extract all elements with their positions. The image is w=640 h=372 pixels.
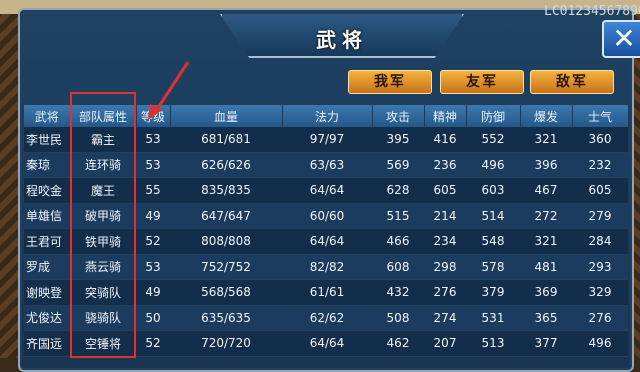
table-cell: 214	[424, 203, 466, 229]
table-cell: 605	[424, 177, 466, 204]
table-cell: 513	[466, 330, 520, 357]
table-cell: 681/681	[170, 127, 282, 153]
table-cell: 276	[424, 279, 466, 306]
table-cell: 515	[372, 203, 424, 229]
table-cell: 63/63	[282, 152, 372, 178]
table-cell: 279	[572, 203, 628, 229]
table-cell: 603	[466, 177, 520, 204]
table-cell: 462	[372, 330, 424, 357]
table-cell: 50	[136, 305, 170, 331]
table-cell: 808/808	[170, 228, 282, 255]
table-cell: 467	[520, 177, 572, 204]
table-cell: 程咬金	[24, 177, 70, 204]
table-cell: 369	[520, 279, 572, 306]
table-cell: 395	[372, 127, 424, 153]
table-cell: 569	[372, 152, 424, 178]
table-cell: 568/568	[170, 279, 282, 306]
table-cell: 60/60	[282, 203, 372, 229]
table-cell: 64/64	[282, 330, 372, 357]
table-cell: 321	[520, 228, 572, 255]
table-cell: 罗成	[24, 254, 70, 280]
table-cell: 王君可	[24, 228, 70, 255]
table-cell: 秦琼	[24, 152, 70, 178]
title-plate: 武将	[220, 14, 464, 58]
table-cell: 647/647	[170, 203, 282, 229]
table-cell: 尤俊达	[24, 305, 70, 331]
header-mp[interactable]: 法力	[282, 105, 373, 127]
table-cell: 284	[572, 228, 628, 255]
tab-my-army[interactable]: 我军	[348, 70, 432, 94]
table-cell: 635/635	[170, 305, 282, 331]
table-cell: 55	[136, 177, 170, 204]
table-cell: 李世民	[24, 127, 70, 153]
table-cell: 272	[520, 203, 572, 229]
header-attack[interactable]: 攻击	[372, 105, 425, 127]
table-cell: 53	[136, 152, 170, 178]
table-cell: 53	[136, 127, 170, 153]
table-cell: 207	[424, 330, 466, 357]
table-cell: 416	[424, 127, 466, 153]
table-cell: 谢映登	[24, 279, 70, 306]
table-cell: 236	[424, 152, 466, 178]
table-cell: 52	[136, 228, 170, 255]
header-burst[interactable]: 爆发	[520, 105, 573, 127]
table-cell: 379	[466, 279, 520, 306]
table-cell: 329	[572, 279, 628, 306]
table-cell: 82/82	[282, 254, 372, 280]
table-cell: 548	[466, 228, 520, 255]
table-cell: 298	[424, 254, 466, 280]
close-button[interactable]: ✕	[602, 20, 640, 58]
close-icon: ✕	[612, 22, 636, 55]
table-cell: 835/835	[170, 177, 282, 204]
table-cell: 432	[372, 279, 424, 306]
table-cell: 496	[466, 152, 520, 178]
tab-enemy-army[interactable]: 敌军	[530, 70, 614, 94]
table-cell: 232	[572, 152, 628, 178]
header-spirit[interactable]: 精神	[424, 105, 467, 127]
header-defense[interactable]: 防御	[466, 105, 521, 127]
table-cell: 52	[136, 330, 170, 357]
table-cell: 626/626	[170, 152, 282, 178]
annotation-arrow-icon	[148, 61, 190, 120]
header-general[interactable]: 武将	[24, 105, 71, 127]
table-cell: 605	[572, 177, 628, 204]
table-cell: 514	[466, 203, 520, 229]
table-cell: 234	[424, 228, 466, 255]
table-cell: 360	[572, 127, 628, 153]
table-cell: 481	[520, 254, 572, 280]
table-cell: 321	[520, 127, 572, 153]
table-cell: 293	[572, 254, 628, 280]
table-cell: 276	[572, 305, 628, 331]
table-cell: 49	[136, 203, 170, 229]
table-cell: 531	[466, 305, 520, 331]
id-text: LC01234567890	[544, 4, 640, 19]
table-cell: 578	[466, 254, 520, 280]
table-cell: 49	[136, 279, 170, 306]
table-cell: 752/752	[170, 254, 282, 280]
table-cell: 496	[572, 330, 628, 357]
table-cell: 单雄信	[24, 203, 70, 229]
table-cell: 720/720	[170, 330, 282, 357]
table-cell: 53	[136, 254, 170, 280]
table-cell: 377	[520, 330, 572, 357]
annotation-highlight-box	[70, 92, 136, 358]
table-cell: 64/64	[282, 228, 372, 255]
header-morale[interactable]: 士气	[572, 105, 628, 127]
table-cell: 508	[372, 305, 424, 331]
table-cell: 61/61	[282, 279, 372, 306]
table-cell: 齐国远	[24, 330, 70, 357]
table-cell: 64/64	[282, 177, 372, 204]
table-cell: 97/97	[282, 127, 372, 153]
table-cell: 365	[520, 305, 572, 331]
panel-title: 武将	[316, 28, 368, 52]
tab-allied-army[interactable]: 友军	[440, 70, 524, 94]
table-cell: 466	[372, 228, 424, 255]
table-cell: 62/62	[282, 305, 372, 331]
table-cell: 396	[520, 152, 572, 178]
table-cell: 628	[372, 177, 424, 204]
table-cell: 552	[466, 127, 520, 153]
table-cell: 274	[424, 305, 466, 331]
table-cell: 608	[372, 254, 424, 280]
